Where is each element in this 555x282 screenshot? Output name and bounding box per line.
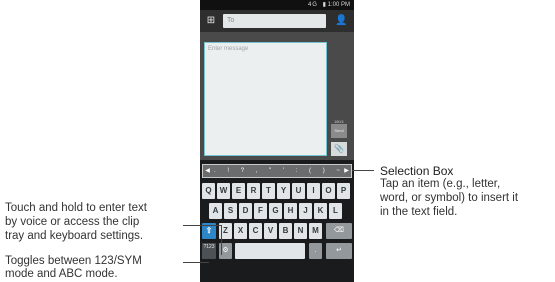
- contacts-icon[interactable]: 👤: [335, 15, 347, 27]
- selection-box: ◀ . ! ? , " ' : ( ) ~ ▶: [202, 164, 352, 178]
- selection-box-title: Selection Box: [380, 164, 454, 178]
- selection-item[interactable]: ): [323, 165, 325, 177]
- key-f[interactable]: F: [254, 203, 267, 219]
- status-time: 1:00 PM: [327, 2, 350, 8]
- key-m[interactable]: M: [309, 223, 322, 239]
- spacebar-key[interactable]: [235, 243, 305, 259]
- sym-toggle-key[interactable]: ?123: [202, 243, 216, 259]
- key-row-3: ⇧ Z X C V B N M ⌫: [200, 223, 354, 240]
- key-c[interactable]: C: [249, 223, 262, 239]
- backspace-key[interactable]: ⌫: [326, 223, 352, 239]
- key-w[interactable]: W: [217, 183, 230, 199]
- key-p[interactable]: P: [337, 183, 350, 199]
- selection-item[interactable]: !: [227, 165, 229, 177]
- key-d[interactable]: D: [239, 203, 252, 219]
- key-x[interactable]: X: [234, 223, 247, 239]
- phone-screen: 4G ▮ 1:00 PM ⊞ To 👤 Enter message 160/1 …: [200, 0, 354, 282]
- right-arrow-icon[interactable]: ▶: [342, 165, 351, 177]
- recipient-field[interactable]: To: [223, 14, 326, 28]
- selection-item[interactable]: ": [269, 165, 271, 177]
- key-n[interactable]: N: [294, 223, 307, 239]
- key-row-2: A S D F G H J K L: [200, 203, 354, 220]
- selection-item[interactable]: ,: [256, 165, 258, 177]
- key-a[interactable]: A: [209, 203, 222, 219]
- key-k[interactable]: K: [314, 203, 327, 219]
- battery-icon: ▮: [322, 2, 326, 8]
- message-input[interactable]: Enter message: [204, 42, 327, 156]
- key-i[interactable]: I: [307, 183, 320, 199]
- touch-hold-callout-line: [183, 225, 221, 226]
- send-button[interactable]: Send: [331, 124, 347, 138]
- selection-box-desc-2: word, or symbol) to insert it: [380, 192, 519, 204]
- message-area: Enter message 160/1 Send 📎: [200, 32, 354, 160]
- key-j[interactable]: J: [299, 203, 312, 219]
- toggles-callout-line: [183, 262, 209, 263]
- key-e[interactable]: E: [232, 183, 245, 199]
- left-arrow-icon[interactable]: ◀: [203, 165, 212, 177]
- key-r[interactable]: R: [247, 183, 260, 199]
- selection-item[interactable]: ': [283, 165, 284, 177]
- key-row-1: Q W E R T Y U I O P: [200, 183, 354, 200]
- key-row-4: ?123 ⚙ . ↵: [200, 243, 354, 260]
- key-y[interactable]: Y: [277, 183, 290, 199]
- key-q[interactable]: Q: [202, 183, 215, 199]
- keyboard: ◀ . ! ? , " ' : ( ) ~ ▶ Q W E R T Y U I: [200, 160, 354, 282]
- key-t[interactable]: T: [262, 183, 275, 199]
- touch-hold-text-2: by voice or access the clip: [5, 216, 140, 228]
- key-o[interactable]: O: [322, 183, 335, 199]
- selection-box-desc-1: Tap an item (e.g., letter,: [380, 178, 501, 190]
- paperclip-icon[interactable]: 📎: [331, 142, 347, 156]
- signal-indicator: 4G: [307, 2, 318, 8]
- key-b[interactable]: B: [279, 223, 292, 239]
- enter-key[interactable]: ↵: [326, 243, 352, 259]
- key-u[interactable]: U: [292, 183, 305, 199]
- touch-hold-text-3: tray and keyboard settings.: [5, 230, 144, 242]
- touch-hold-text-1: Touch and hold to enter text: [5, 202, 147, 214]
- key-h[interactable]: H: [284, 203, 297, 219]
- touch-hold-callout-vline: [221, 225, 222, 255]
- toggles-text-2: mode and ABC mode.: [5, 268, 118, 280]
- selection-item[interactable]: .: [214, 165, 216, 177]
- key-v[interactable]: V: [264, 223, 277, 239]
- key-s[interactable]: S: [224, 203, 237, 219]
- compose-header: ⊞ To 👤: [200, 10, 354, 32]
- key-l[interactable]: L: [329, 203, 342, 219]
- selection-box-callout-line: [352, 170, 374, 171]
- period-key[interactable]: .: [309, 243, 322, 259]
- key-g[interactable]: G: [269, 203, 282, 219]
- toggles-text-1: Toggles between 123/SYM: [5, 255, 142, 267]
- selection-box-desc-3: in the text field.: [380, 206, 458, 218]
- selection-item[interactable]: :: [296, 165, 298, 177]
- selection-item[interactable]: ?: [241, 165, 244, 177]
- status-bar: 4G ▮ 1:00 PM: [200, 0, 354, 10]
- selection-item[interactable]: ~: [336, 165, 340, 177]
- grid-icon[interactable]: ⊞: [205, 15, 217, 27]
- selection-item[interactable]: (: [309, 165, 311, 177]
